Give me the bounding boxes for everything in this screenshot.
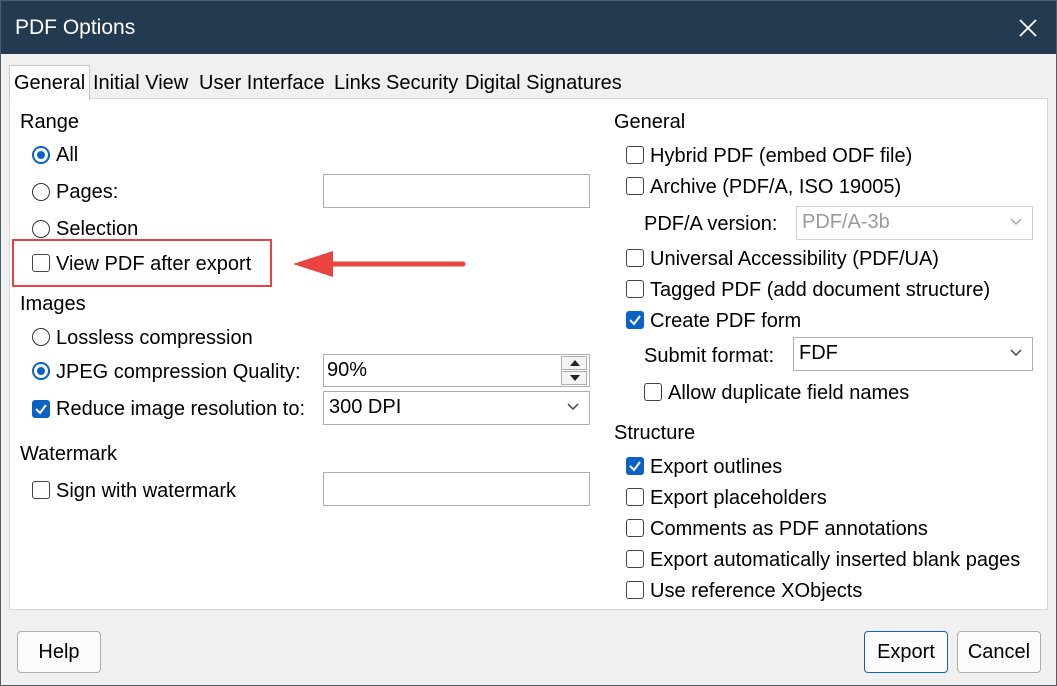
lossless-label: Lossless compression — [56, 327, 253, 349]
jpeg-quality-value: 90% — [327, 359, 368, 381]
range-heading: Range — [20, 111, 79, 133]
allow-duplicate-checkbox[interactable] — [644, 383, 662, 401]
annotation-highlight-box — [12, 239, 272, 287]
watermark-heading: Watermark — [20, 443, 118, 465]
range-all-label: All — [56, 144, 79, 166]
chevron-down-icon — [1010, 349, 1022, 357]
jpeg-label: JPEG compression Quality: — [56, 361, 301, 383]
watermark-label: Sign with watermark — [56, 480, 237, 502]
submit-format-select[interactable]: FDF — [793, 337, 1033, 371]
tagged-pdf-checkbox[interactable] — [626, 280, 644, 298]
reference-xobjects-checkbox[interactable] — [626, 581, 644, 599]
reference-xobjects-label: Use reference XObjects — [650, 580, 863, 602]
chevron-down-icon — [570, 375, 580, 381]
allow-duplicate-label: Allow duplicate field names — [668, 382, 910, 404]
export-placeholders-label: Export placeholders — [650, 487, 827, 509]
close-button[interactable] — [1011, 11, 1045, 45]
watermark-checkbox[interactable] — [32, 481, 50, 499]
export-outlines-checkbox[interactable] — [626, 457, 644, 475]
lossless-radio[interactable] — [32, 328, 50, 346]
tab-initial-view[interactable]: Initial View — [93, 68, 188, 98]
archive-checkbox[interactable] — [626, 177, 644, 195]
archive-label: Archive (PDF/A, ISO 19005) — [650, 176, 902, 198]
structure-heading: Structure — [614, 422, 696, 444]
reduce-resolution-label: Reduce image resolution to: — [56, 398, 306, 420]
create-pdf-form-checkbox[interactable] — [626, 311, 644, 329]
export-outlines-label: Export outlines — [650, 456, 783, 478]
universal-accessibility-label: Universal Accessibility (PDF/UA) — [650, 248, 939, 270]
jpeg-quality-stepper[interactable]: 90% — [323, 354, 590, 387]
tab-general[interactable]: General — [9, 65, 91, 100]
chevron-down-icon — [567, 403, 579, 411]
hybrid-pdf-checkbox[interactable] — [626, 146, 644, 164]
checkmark-icon — [629, 461, 641, 472]
export-placeholders-checkbox[interactable] — [626, 488, 644, 506]
close-icon — [1019, 19, 1037, 37]
spin-down-button[interactable] — [561, 371, 587, 385]
range-pages-radio[interactable] — [32, 183, 50, 201]
window-title: PDF Options — [15, 16, 136, 39]
checkmark-icon — [629, 315, 641, 326]
cancel-button[interactable]: Cancel — [957, 631, 1041, 673]
tab-digital-signatures[interactable]: Digital Signatures — [465, 68, 622, 98]
comments-annotations-label: Comments as PDF annotations — [650, 518, 928, 540]
pdfa-version-select: PDF/A-3b — [796, 206, 1033, 240]
submit-format-label: Submit format: — [644, 345, 775, 367]
resolution-value: 300 DPI — [329, 396, 402, 418]
checkmark-icon — [35, 404, 47, 415]
export-blank-pages-checkbox[interactable] — [626, 550, 644, 568]
comments-annotations-checkbox[interactable] — [626, 519, 644, 537]
reduce-resolution-checkbox[interactable] — [32, 400, 50, 418]
range-pages-label: Pages: — [56, 181, 119, 203]
tab-security[interactable]: Security — [386, 68, 458, 98]
chevron-up-icon — [570, 360, 580, 366]
pages-input[interactable] — [323, 174, 590, 208]
title-bar: PDF Options — [1, 1, 1056, 54]
range-selection-radio[interactable] — [32, 220, 50, 238]
pdfa-version-label: PDF/A version: — [644, 213, 778, 235]
export-blank-pages-label: Export automatically inserted blank page… — [650, 549, 1021, 571]
range-all-radio[interactable] — [32, 146, 50, 164]
range-selection-label: Selection — [56, 218, 139, 240]
pdfa-version-value: PDF/A-3b — [802, 211, 890, 233]
chevron-down-icon — [1010, 218, 1022, 226]
tagged-pdf-label: Tagged PDF (add document structure) — [650, 279, 991, 301]
jpeg-radio[interactable] — [32, 362, 50, 380]
hybrid-pdf-label: Hybrid PDF (embed ODF file) — [650, 145, 913, 167]
resolution-select[interactable]: 300 DPI — [323, 391, 590, 425]
annotation-arrow-icon — [293, 251, 466, 277]
pdf-options-dialog: PDF Options General Initial View User In… — [0, 0, 1057, 686]
create-pdf-form-label: Create PDF form — [650, 310, 802, 332]
submit-format-value: FDF — [799, 342, 838, 364]
general-heading: General — [614, 111, 686, 133]
universal-accessibility-checkbox[interactable] — [626, 249, 644, 267]
help-button[interactable]: Help — [17, 631, 101, 673]
tab-links[interactable]: Links — [334, 68, 381, 98]
watermark-input[interactable] — [323, 472, 590, 506]
spin-up-button[interactable] — [561, 356, 587, 370]
tab-user-interface[interactable]: User Interface — [199, 68, 325, 98]
images-heading: Images — [20, 293, 86, 315]
tab-bar: General Initial View User Interface Link… — [9, 65, 649, 100]
export-button[interactable]: Export — [864, 631, 948, 673]
